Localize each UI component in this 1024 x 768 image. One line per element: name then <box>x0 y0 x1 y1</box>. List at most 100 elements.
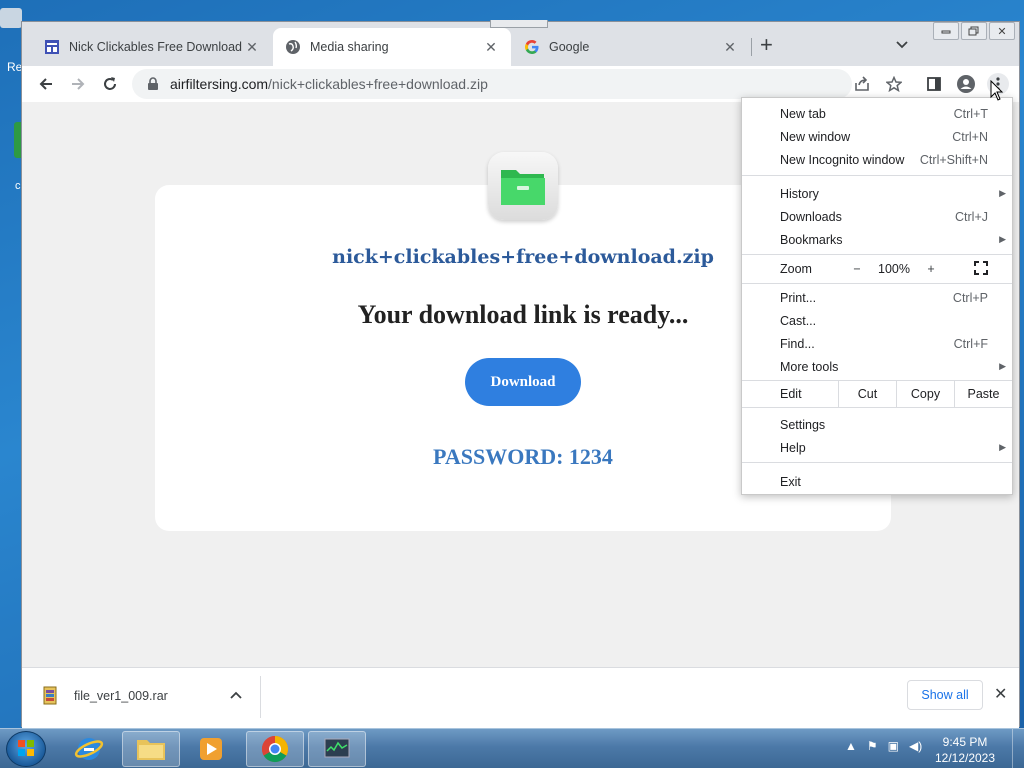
close-window-button[interactable]: ✕ <box>989 22 1015 40</box>
menu-item-exit[interactable]: Exit <box>742 470 1012 493</box>
zoom-out-button[interactable]: − <box>842 262 872 276</box>
download-filename-label: file_ver1_009.rar <box>74 689 168 703</box>
taskbar-clock[interactable]: 9:45 PM 12/12/2023 <box>930 734 1000 766</box>
tab-title: Nick Clickables Free Download <box>69 40 242 54</box>
menu-item-history[interactable]: History ▶ <box>742 182 1012 205</box>
zoom-in-button[interactable]: + <box>916 262 946 276</box>
download-shelf: file_ver1_009.rar Show all ✕ <box>22 667 1019 728</box>
tab-separator <box>751 38 752 56</box>
show-all-button[interactable]: Show all <box>907 680 983 710</box>
cut-button[interactable]: Cut <box>838 381 896 407</box>
tab-media-sharing[interactable]: Media sharing ✕ <box>273 28 511 66</box>
window-grip[interactable] <box>490 20 548 28</box>
copy-button[interactable]: Copy <box>896 381 954 407</box>
menu-item-help[interactable]: Help ▶ <box>742 436 1012 459</box>
menu-item-more-tools[interactable]: More tools ▶ <box>742 355 1012 378</box>
rar-file-icon <box>43 686 57 705</box>
edit-label: Edit <box>780 387 802 401</box>
tab-nick-clickables[interactable]: Nick Clickables Free Download ✕ <box>32 28 272 66</box>
menu-item-downloads[interactable]: Downloads Ctrl+J <box>742 205 1012 228</box>
google-icon <box>524 39 540 55</box>
menu-label: Bookmarks <box>780 232 843 247</box>
tray-expand-icon[interactable]: ▲ <box>845 739 857 753</box>
globe-icon <box>285 39 301 55</box>
start-button[interactable] <box>6 731 46 767</box>
task-manager-icon[interactable] <box>308 731 366 767</box>
menu-label: Print... <box>780 290 817 305</box>
lock-icon[interactable] <box>146 77 160 91</box>
menu-shortcut: Ctrl+T <box>953 106 988 121</box>
folder-icon <box>488 152 558 220</box>
share-icon[interactable] <box>851 73 873 95</box>
new-tab-button[interactable]: + <box>760 34 773 56</box>
show-desktop-button[interactable] <box>1012 729 1024 768</box>
browser-window: Nick Clickables Free Download ✕ Media sh… <box>21 20 1020 728</box>
submenu-arrow-icon: ▶ <box>999 442 1006 452</box>
menu-shortcut: Ctrl+N <box>952 129 988 144</box>
submenu-arrow-icon: ▶ <box>999 361 1006 371</box>
menu-item-find[interactable]: Find... Ctrl+F <box>742 332 1012 355</box>
star-bookmark-icon[interactable] <box>883 73 905 95</box>
menu-item-settings[interactable]: Settings <box>742 413 1012 436</box>
menu-item-print[interactable]: Print... Ctrl+P <box>742 286 1012 309</box>
menu-divider <box>742 462 1012 463</box>
menu-divider <box>742 407 1012 408</box>
tab-title: Google <box>549 40 590 54</box>
url-host: airfiltersing.com <box>170 76 269 92</box>
network-icon[interactable]: ▣ <box>888 739 899 753</box>
menu-item-new-incognito[interactable]: New Incognito window Ctrl+Shift+N <box>742 148 1012 171</box>
tab-close-icon[interactable]: ✕ <box>722 39 738 56</box>
close-download-bar-icon[interactable]: ✕ <box>994 684 1007 704</box>
internet-explorer-icon[interactable] <box>60 731 118 767</box>
window-controls: ✕ <box>931 22 1015 40</box>
tab-close-icon[interactable]: ✕ <box>483 39 499 56</box>
chrome-main-menu: New tab Ctrl+T New window Ctrl+N New Incog… <box>741 97 1013 495</box>
tab-search-chevron-down-icon[interactable] <box>896 38 908 52</box>
profile-avatar-icon[interactable] <box>955 73 977 95</box>
paste-button[interactable]: Paste <box>954 381 1012 407</box>
media-player-icon[interactable] <box>182 731 240 767</box>
menu-shortcut: Ctrl+F <box>953 336 988 351</box>
menu-item-cast[interactable]: Cast... <box>742 309 1012 332</box>
submenu-arrow-icon: ▶ <box>999 234 1006 244</box>
menu-item-new-window[interactable]: New window Ctrl+N <box>742 125 1012 148</box>
chevron-up-icon[interactable] <box>230 688 242 702</box>
desktop-recycle-bin-icon[interactable] <box>0 8 22 28</box>
menu-divider <box>742 175 1012 176</box>
menu-label: New Incognito window <box>780 152 905 167</box>
menu-zoom-row: Zoom − 100% + <box>742 256 1012 282</box>
address-bar[interactable]: airfiltersing.com/nick+clickables+free+d… <box>132 69 852 99</box>
zoom-value: 100% <box>878 262 910 276</box>
url-path: /nick+clickables+free+download.zip <box>268 76 488 92</box>
page-icon <box>44 39 60 55</box>
restore-button[interactable] <box>961 22 987 40</box>
download-button[interactable]: Download <box>465 358 581 406</box>
fullscreen-icon[interactable] <box>974 261 988 275</box>
menu-label: Cast... <box>780 313 817 328</box>
menu-divider <box>742 254 1012 255</box>
tab-strip: Nick Clickables Free Download ✕ Media sh… <box>22 20 1019 66</box>
forward-arrow-icon[interactable] <box>65 72 91 96</box>
menu-item-bookmarks[interactable]: Bookmarks ▶ <box>742 228 1012 251</box>
menu-shortcut: Ctrl+P <box>952 290 988 305</box>
tab-google[interactable]: Google ✕ <box>512 28 750 66</box>
reload-icon[interactable] <box>97 72 123 96</box>
tab-close-icon[interactable]: ✕ <box>244 39 260 56</box>
menu-label: Downloads <box>780 209 842 224</box>
mouse-cursor-icon <box>990 80 1004 101</box>
back-arrow-icon[interactable] <box>33 72 59 96</box>
minimize-button[interactable] <box>933 22 959 40</box>
download-item[interactable]: file_ver1_009.rar <box>42 686 168 706</box>
submenu-arrow-icon: ▶ <box>999 188 1006 198</box>
side-panel-icon[interactable] <box>923 73 945 95</box>
file-explorer-icon[interactable] <box>122 731 180 767</box>
action-center-flag-icon[interactable]: ⚑ <box>867 739 878 753</box>
menu-item-new-tab[interactable]: New tab Ctrl+T <box>742 102 1012 125</box>
menu-edit-row: Edit Cut Copy Paste <box>742 381 1012 407</box>
volume-icon[interactable]: ◀) <box>909 739 922 753</box>
clock-date: 12/12/2023 <box>934 751 996 765</box>
desktop-icon-label-2: c <box>15 180 21 192</box>
tab-title: Media sharing <box>310 40 389 54</box>
chrome-taskbar-icon[interactable] <box>246 731 304 767</box>
menu-label: More tools <box>780 359 839 374</box>
